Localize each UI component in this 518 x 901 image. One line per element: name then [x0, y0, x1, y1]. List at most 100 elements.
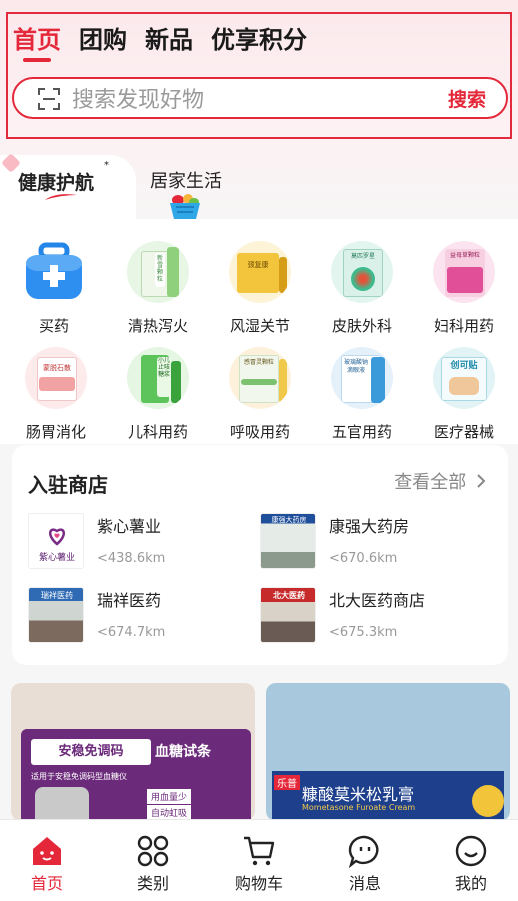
store-item[interactable]: 紫心薯业 紫心薯业 <438.6km — [28, 513, 268, 573]
grid-label: 皮肤外科 — [331, 317, 392, 335]
search-input[interactable]: 搜索发现好物 — [72, 82, 448, 114]
pack-text: 感冒灵颗粒 — [243, 359, 274, 366]
cart-icon — [242, 834, 276, 868]
pack-text: 蒙脱石散 — [43, 364, 71, 372]
store-distance: <674.7km — [97, 625, 166, 640]
tabbar-cart[interactable]: 购物车 — [219, 834, 299, 894]
medicine-kit-icon — [23, 241, 85, 303]
pack-text: 莫匹罗星 — [350, 253, 375, 260]
store-item[interactable]: 康强大药房 康强大药房 <670.6km — [260, 513, 500, 573]
promo-product: 血糖试条 — [155, 744, 211, 760]
tab-group-buy[interactable]: 团购 — [79, 20, 127, 55]
promo-brand: 安稳免调码 — [31, 739, 151, 765]
view-all-label: 查看全部 — [394, 472, 467, 493]
grid-item-respiratory[interactable]: 感冒灵颗粒 呼吸用药 — [210, 347, 310, 442]
store-thumb-text: 北大医药 — [273, 591, 305, 600]
tabbar-categories[interactable]: 类别 — [113, 834, 193, 894]
store-distance: <675.3km — [329, 625, 398, 640]
tab-points[interactable]: 优享积分 — [211, 20, 307, 55]
promo-tag: 用血量少 — [147, 789, 192, 804]
grid-label: 儿科用药 — [127, 423, 188, 441]
view-all-link[interactable]: 查看全部 — [394, 468, 486, 494]
pack-text: 玻璃酸钠滴眼液 — [343, 359, 368, 374]
grid-label: 妇科用药 — [433, 317, 494, 335]
grid-item-ent[interactable]: 玻璃酸钠滴眼液 五官用药 — [312, 347, 412, 442]
rheumatism-box-icon: 颈复康 — [229, 241, 291, 303]
store-item[interactable]: 北大医药 北大医药商店 <675.3km — [260, 587, 500, 647]
tabbar-label: 我的 — [454, 874, 487, 893]
ent-box-icon: 玻璃酸钠滴眼液 — [331, 347, 393, 409]
grid-label: 清热泻火 — [127, 317, 188, 335]
store-thumb-text: 康强大药房 — [271, 516, 307, 524]
grid-item-skin-surgery[interactable]: 莫匹罗星 皮肤外科 — [312, 241, 412, 336]
basket-icon — [170, 194, 200, 219]
promo-product: 糠酸莫米松乳膏 — [302, 785, 415, 804]
search-bar[interactable]: 搜索发现好物 搜索 — [12, 77, 508, 119]
category-tabs: 健康护航 * 居家生活 — [0, 153, 518, 219]
tabbar-label: 购物车 — [234, 874, 283, 893]
tabbar-label: 首页 — [30, 874, 63, 893]
seal-icon — [472, 785, 504, 817]
pack-text: 小儿止咳糖浆 — [157, 357, 171, 397]
gynecology-box-icon: 益母草颗粒 — [433, 241, 495, 303]
digestive-box-icon: 蒙脱石散 — [25, 347, 87, 409]
stores-title: 入驻商店 — [28, 473, 108, 497]
header: 首页 团购 新品 优享积分 搜索发现好物 搜索 — [6, 12, 512, 139]
message-icon — [348, 834, 382, 869]
pediatric-box-icon: 小儿止咳糖浆 — [127, 347, 189, 409]
store-thumbnail: 瑞祥医药 — [28, 587, 84, 643]
grid-item-buy-medicine[interactable]: 买药 — [4, 241, 104, 336]
store-thumb-text: 瑞祥医药 — [41, 591, 73, 600]
promo-sub: Mometasone Furoate Cream — [302, 803, 416, 812]
store-item[interactable]: 瑞祥医药 瑞祥医药 <674.7km — [28, 587, 268, 647]
store-name: 紫心薯业 — [97, 517, 162, 536]
promo-sub: 适用于安稳免调码型血糖仪 — [31, 772, 127, 781]
promo-card-cream[interactable]: 乐普 糠酸莫米松乳膏 Mometasone Furoate Cream — [266, 683, 510, 821]
tabbar-label: 类别 — [136, 874, 169, 893]
grid-item-medical-device[interactable]: 创可贴 医疗器械 — [414, 347, 514, 442]
bottom-tab-bar: 首页 类别 购物车 消息 我的 — [0, 819, 518, 901]
store-distance: <438.6km — [97, 551, 166, 566]
search-button[interactable]: 搜索 — [448, 85, 486, 112]
store-name: 瑞祥医药 — [97, 591, 162, 610]
tabbar-messages[interactable]: 消息 — [325, 834, 405, 894]
tab-star-mark: * — [104, 160, 109, 171]
category-grid: 买药 新雪颗粒 清热泻火 颈复康 风湿关节 莫匹罗星 皮肤外科 益母草颗粒 妇科… — [0, 219, 518, 444]
promo-card-glucose-strips[interactable]: 安稳免调码 血糖试条 适用于安稳免调码型血糖仪 用血量少 自动虹吸 — [11, 683, 255, 821]
tabbar-label: 消息 — [348, 874, 381, 893]
tabbar-home[interactable]: 首页 — [7, 834, 87, 894]
respiratory-box-icon: 感冒灵颗粒 — [229, 347, 291, 409]
grid-label: 五官用药 — [331, 423, 392, 441]
store-thumbnail: 北大医药 — [260, 587, 316, 643]
grid-label: 买药 — [38, 317, 69, 335]
store-distance: <670.6km — [329, 551, 398, 566]
chevron-right-icon — [476, 472, 486, 493]
heat-clearing-box-icon: 新雪颗粒 — [127, 241, 189, 303]
tab-home-living[interactable]: 居家生活 — [150, 167, 222, 193]
tab-health-care-label: 健康护航 — [18, 172, 95, 194]
swoosh-icon — [45, 194, 77, 200]
grid-label: 医疗器械 — [433, 423, 494, 441]
pack-text: 新雪颗粒 — [155, 253, 165, 287]
pack-text: 益母草颗粒 — [449, 252, 480, 259]
scan-icon[interactable] — [38, 88, 60, 110]
category-grid-icon — [136, 834, 170, 868]
store-thumb-text: 紫心薯业 — [38, 553, 75, 563]
grid-item-digestive[interactable]: 蒙脱石散 肠胃消化 — [6, 347, 106, 442]
store-thumbnail: 紫心薯业 — [28, 513, 84, 569]
store-thumbnail: 康强大药房 — [260, 513, 316, 569]
medical-device-box-icon: 创可贴 — [433, 347, 495, 409]
grid-item-heat-clearing[interactable]: 新雪颗粒 清热泻火 — [108, 241, 208, 336]
grid-label: 呼吸用药 — [229, 423, 290, 441]
grid-item-pediatric[interactable]: 小儿止咳糖浆 儿科用药 — [108, 347, 208, 442]
tab-new-products[interactable]: 新品 — [145, 20, 193, 55]
promo-tag: 自动虹吸 — [147, 805, 192, 820]
tabbar-profile[interactable]: 我的 — [431, 834, 511, 894]
tab-home[interactable]: 首页 — [13, 20, 61, 62]
grid-item-rheumatism[interactable]: 颈复康 风湿关节 — [210, 241, 310, 336]
store-name: 北大医药商店 — [329, 591, 426, 610]
grid-item-gynecology[interactable]: 益母草颗粒 妇科用药 — [414, 241, 514, 336]
profile-icon — [454, 834, 488, 868]
tab-health-care[interactable]: 健康护航 * — [0, 153, 136, 219]
grid-label: 肠胃消化 — [25, 423, 86, 441]
